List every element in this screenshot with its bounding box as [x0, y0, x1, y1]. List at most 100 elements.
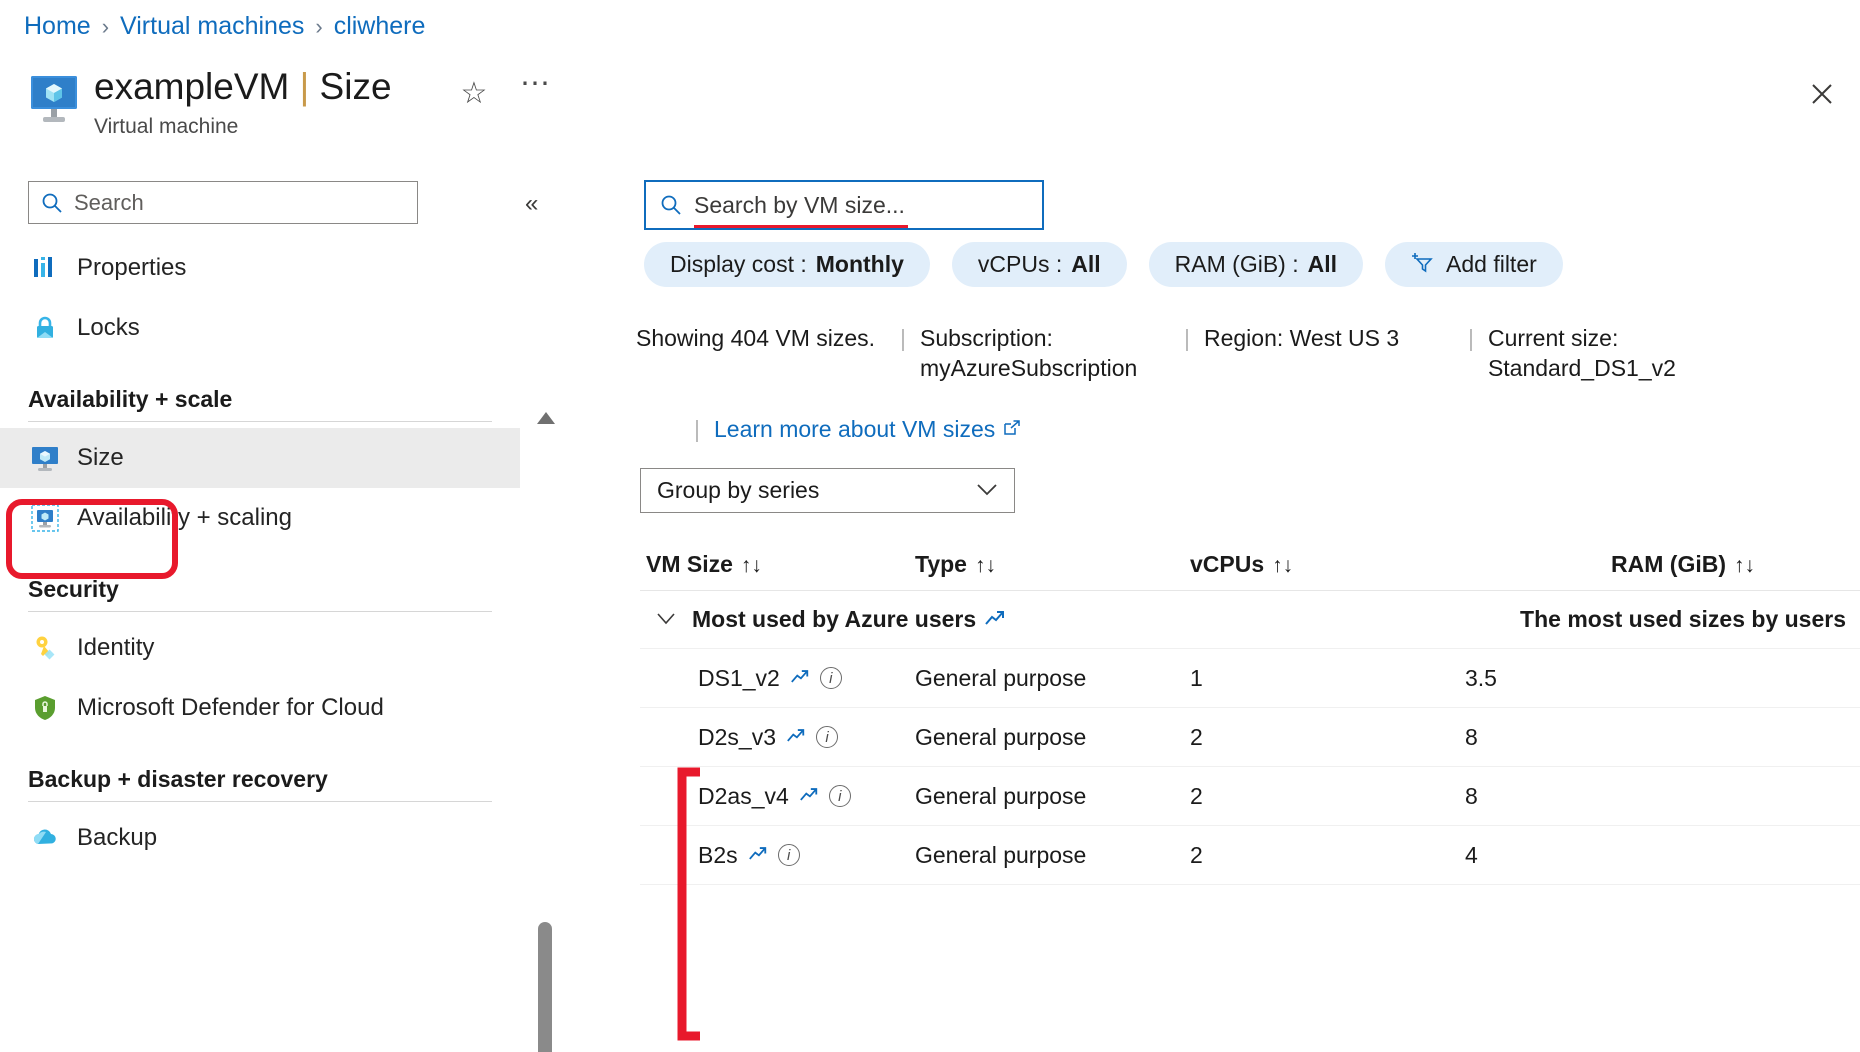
sort-arrows-icon[interactable]: ↑↓: [975, 554, 996, 577]
info-icon[interactable]: i: [820, 667, 842, 689]
table-row[interactable]: DS1_v2 i General purpose 1 3.5: [640, 649, 1860, 708]
sort-arrows-icon[interactable]: ↑↓: [1734, 554, 1755, 577]
learn-more-row: | Learn more about VM sizes: [694, 416, 1021, 443]
trend-up-icon: [799, 783, 819, 809]
info-divider: |: [900, 323, 906, 353]
properties-icon: [30, 253, 60, 283]
sidebar-search-input[interactable]: Search: [28, 181, 418, 224]
sidebar-item-label: Properties: [77, 254, 186, 282]
vm-size-search-input[interactable]: Search by VM size...: [644, 180, 1044, 230]
sidebar-group-availability-scale: Availability + scale: [0, 386, 520, 421]
sort-arrows-icon[interactable]: ↑↓: [1272, 554, 1293, 577]
vm-size-search-placeholder: Search by VM size...: [694, 192, 905, 219]
collapse-sidebar-icon[interactable]: «: [525, 190, 538, 218]
resource-menu-sidebar: Search « Properties: [0, 168, 548, 1052]
cell-vm-size: D2as_v4 i: [640, 783, 915, 810]
learn-more-link[interactable]: Learn more about VM sizes: [714, 416, 1021, 443]
table-row[interactable]: D2s_v3 i General purpose 2 8: [640, 708, 1860, 767]
cell-vm-size: B2s i: [640, 842, 915, 869]
virtual-machine-icon: [30, 75, 78, 125]
sidebar-item-backup[interactable]: Backup: [0, 808, 520, 868]
sort-arrows-icon[interactable]: ↑↓: [741, 554, 762, 577]
sidebar-item-microsoft-defender-for-cloud[interactable]: Microsoft Defender for Cloud: [0, 678, 520, 738]
filter-ram[interactable]: RAM (GiB) : All: [1149, 242, 1363, 287]
cell-vcpus: 2: [1190, 724, 1465, 751]
sidebar-divider: [28, 421, 492, 422]
table-body: Most used by Azure users The most used s…: [640, 590, 1860, 885]
table-group-row[interactable]: Most used by Azure users The most used s…: [640, 591, 1860, 649]
more-options-icon[interactable]: ⋯: [518, 76, 554, 110]
add-filter-button[interactable]: Add filter: [1385, 242, 1563, 287]
breadcrumb: Home › Virtual machines › cliwhere: [24, 12, 425, 41]
vm-size-name: D2as_v4: [698, 783, 789, 810]
cell-type: General purpose: [915, 724, 1190, 751]
column-header-vm-size[interactable]: VM Size↑↓: [640, 551, 915, 578]
group-collapse-chevron-icon[interactable]: [640, 606, 692, 633]
scroll-up-arrow-icon[interactable]: [537, 412, 555, 424]
cell-vcpus: 2: [1190, 783, 1465, 810]
sidebar-group-security: Security: [0, 576, 520, 611]
cell-vm-size: DS1_v2 i: [640, 665, 915, 692]
column-header-ram[interactable]: RAM (GiB) ↑↓: [1465, 551, 1765, 578]
availability-scaling-icon: [30, 503, 60, 533]
filter-value: All: [1308, 251, 1337, 278]
sidebar-item-label: Microsoft Defender for Cloud: [77, 694, 384, 722]
table-row[interactable]: B2s i General purpose 2 4: [640, 826, 1860, 885]
breadcrumb-separator: ›: [315, 14, 322, 40]
info-showing-count: Showing 404 VM sizes.: [636, 323, 886, 353]
azure-portal-blade: Home › Virtual machines › cliwhere examp…: [0, 0, 1860, 1052]
resource-name: exampleVM: [94, 66, 289, 107]
column-header-type[interactable]: Type↑↓: [915, 551, 1190, 578]
sidebar-item-label: Locks: [77, 314, 140, 342]
sidebar-item-label: Backup: [77, 824, 157, 852]
lock-icon: [30, 313, 60, 343]
info-subscription: Subscription: myAzureSubscription: [920, 323, 1170, 384]
close-blade-icon[interactable]: [1802, 74, 1842, 114]
cell-vm-size: D2s_v3 i: [640, 724, 915, 751]
breadcrumb-item-home[interactable]: Home: [24, 12, 91, 41]
trend-up-icon: [790, 665, 810, 691]
table-row[interactable]: D2as_v4 i General purpose 2 8: [640, 767, 1860, 826]
filter-label: RAM (GiB) :: [1175, 251, 1299, 278]
info-divider: |: [694, 416, 700, 443]
group-label: Most used by Azure users: [692, 606, 1006, 633]
info-region: Region: West US 3: [1204, 323, 1454, 353]
breadcrumb-item-cliwhere[interactable]: cliwhere: [334, 12, 426, 41]
size-icon: [30, 443, 60, 473]
column-label: RAM (GiB): [1611, 551, 1726, 577]
vm-size-info-bar: Showing 404 VM sizes. | Subscription: my…: [636, 323, 1851, 384]
sidebar-item-availability-scaling[interactable]: Availability + scaling: [0, 488, 520, 548]
info-icon[interactable]: i: [829, 785, 851, 807]
sidebar-item-label: Availability + scaling: [77, 504, 292, 532]
sidebar-item-properties[interactable]: Properties: [0, 238, 520, 298]
sidebar-item-label: Size: [77, 444, 124, 472]
sidebar-item-size[interactable]: Size: [0, 428, 520, 488]
sidebar-divider: [28, 801, 492, 802]
cell-vcpus: 2: [1190, 842, 1465, 869]
group-note: The most used sizes by users: [1520, 606, 1860, 633]
sidebar-scrollbar-thumb[interactable]: [538, 922, 552, 1052]
shield-icon: [30, 693, 60, 723]
favorite-star-icon[interactable]: ☆: [455, 74, 493, 112]
sidebar-nav-list: Properties Locks Availability + scale: [0, 238, 520, 868]
info-divider: |: [1184, 323, 1190, 353]
breadcrumb-item-virtual-machines[interactable]: Virtual machines: [120, 12, 304, 41]
sidebar-scrollbar[interactable]: [534, 412, 556, 1052]
vm-size-name: B2s: [698, 842, 738, 869]
group-by-dropdown[interactable]: Group by series: [640, 468, 1015, 513]
cell-ram: 3.5: [1465, 665, 1765, 692]
sidebar-item-identity[interactable]: Identity: [0, 618, 520, 678]
info-current-size: Current size: Standard_DS1_v2: [1488, 323, 1738, 384]
sidebar-item-locks[interactable]: Locks: [0, 298, 520, 358]
filter-vcpus[interactable]: vCPUs : All: [952, 242, 1127, 287]
external-link-icon: [1003, 416, 1021, 443]
table-header-row: VM Size↑↓ Type↑↓ vCPUs↑↓ RAM (GiB) ↑↓: [640, 538, 1860, 590]
page-title-row: exampleVM | Size Virtual machine: [30, 68, 392, 139]
filter-display-cost[interactable]: Display cost : Monthly: [644, 242, 930, 287]
column-header-vcpus[interactable]: vCPUs↑↓: [1190, 551, 1465, 578]
cell-ram: 8: [1465, 783, 1765, 810]
cell-ram: 8: [1465, 724, 1765, 751]
cell-type: General purpose: [915, 665, 1190, 692]
info-icon[interactable]: i: [778, 844, 800, 866]
info-icon[interactable]: i: [816, 726, 838, 748]
